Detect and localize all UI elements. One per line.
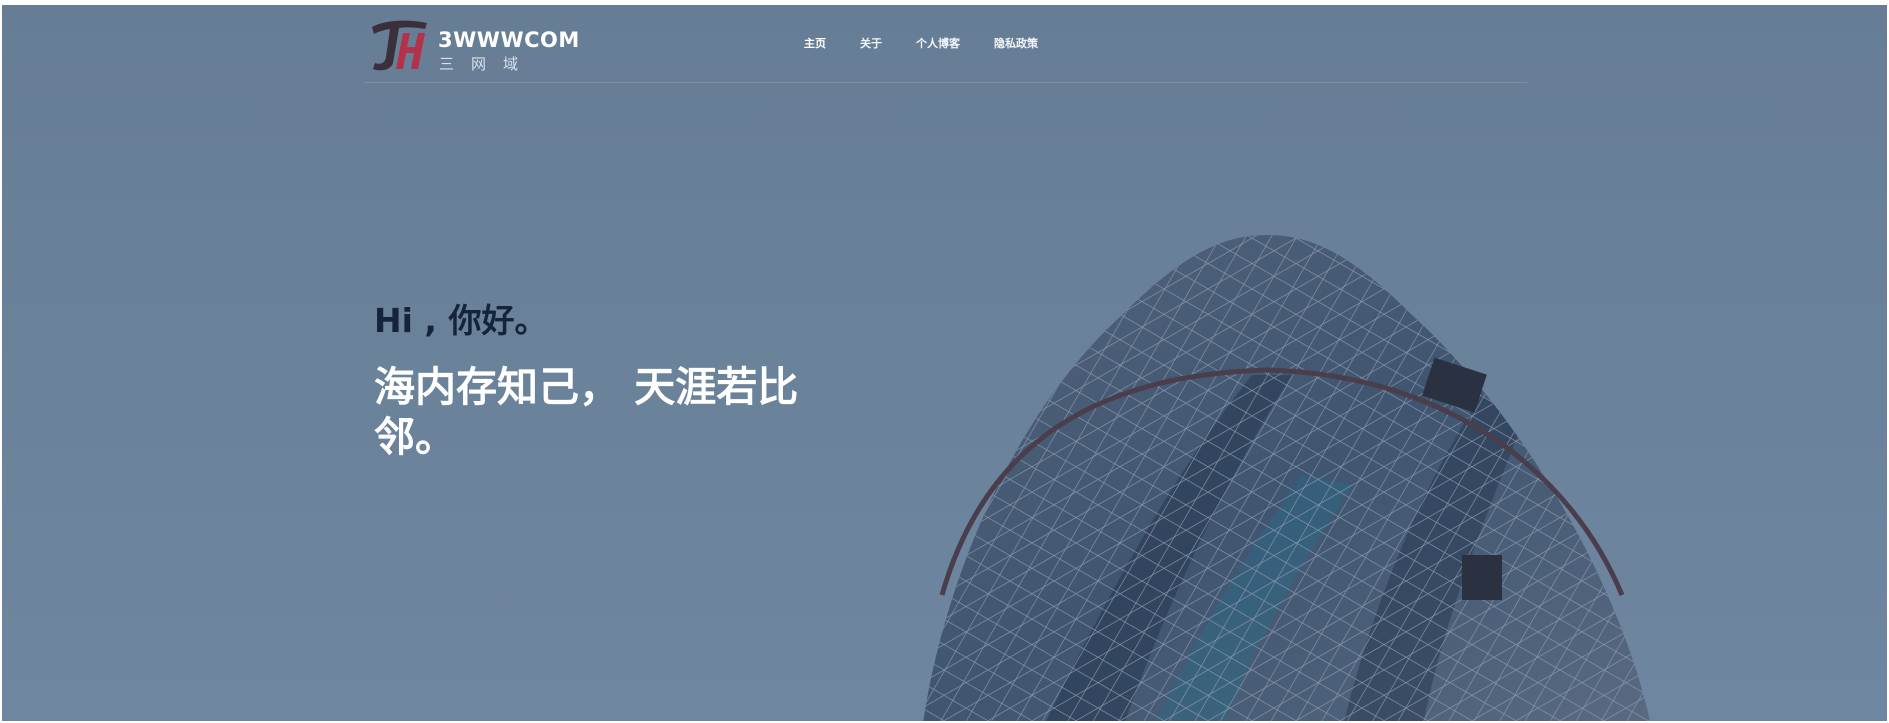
nav-blog-link[interactable]: 个人博客	[916, 35, 960, 51]
site-header: 3WWWCOM 三网域 主页 关于 个人博客 隐私政策	[364, 5, 1527, 83]
brand-name[interactable]: 3WWWCOM	[438, 28, 580, 52]
jh-logo-icon[interactable]	[369, 17, 431, 73]
nav-privacy-link[interactable]: 隐私政策	[994, 35, 1038, 51]
building-photo	[922, 235, 1652, 721]
nav-home-link[interactable]: 主页	[804, 35, 826, 51]
hero-greeting: Hi , 你好。	[374, 301, 548, 340]
main-nav: 主页 关于 个人博客 隐私政策	[804, 35, 1072, 51]
page-background: 3WWWCOM 三网域 主页 关于 个人博客 隐私政策 Hi , 你好。 海内存…	[2, 5, 1887, 721]
nav-about-link[interactable]: 关于	[860, 35, 882, 51]
hero-tagline: 海内存知己， 天涯若比邻。	[374, 363, 799, 462]
brand-subtitle: 三网域	[439, 55, 536, 73]
